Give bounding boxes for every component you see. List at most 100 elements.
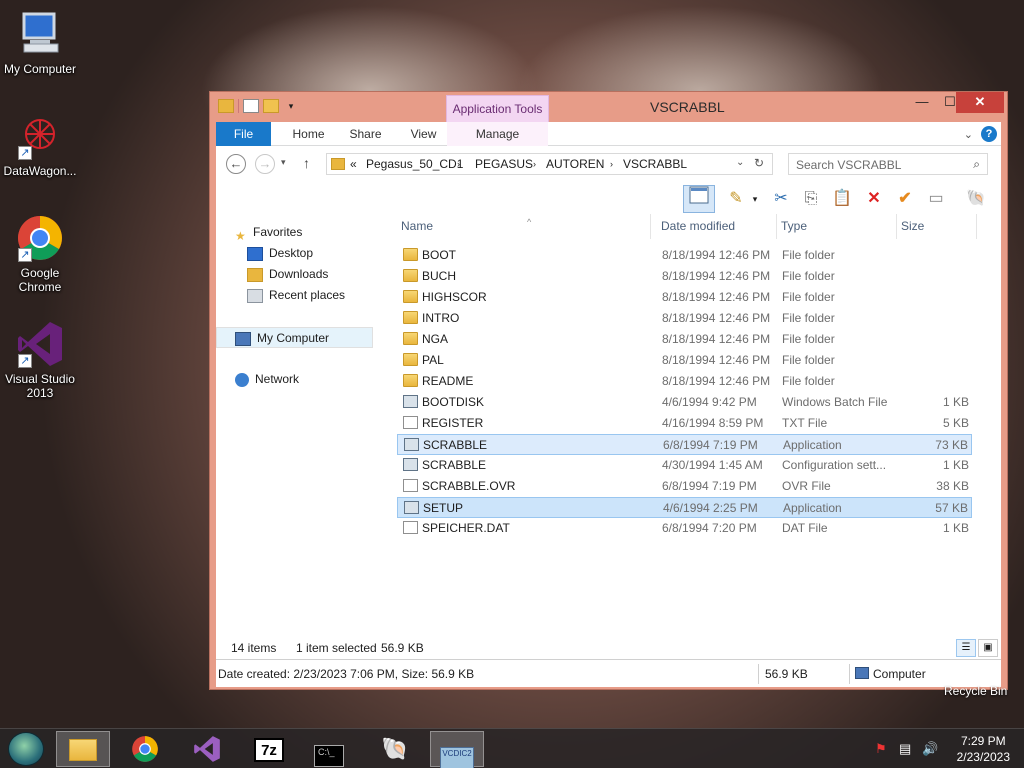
address-bar[interactable]: « Pegasus_50_CD1 › PEGASUS › AUTOREN › V… [326,153,773,175]
file-name: SPEICHER.DAT [422,521,510,535]
flag-icon[interactable]: ⚑ [875,741,887,757]
file-row[interactable]: SCRABBLE.OVR 6/8/1994 7:19 PM OVR File 3… [397,476,972,497]
rename-icon[interactable]: ▭ [924,187,948,211]
file-row[interactable]: SCRABBLE 6/8/1994 7:19 PM Application 73… [397,434,972,455]
file-date: 6/8/1994 7:19 PM [663,438,758,452]
copy-icon[interactable]: ⎘ [799,187,823,211]
qat-dropdown-icon[interactable]: ▾ [283,99,299,113]
shell-icon[interactable]: 🐚 [964,187,988,211]
tab-manage[interactable]: Manage [447,122,548,146]
properties-dropdown-icon[interactable]: ▾ [749,187,761,211]
taskbar-vcdi[interactable]: VCDIC2 [430,731,484,768]
tab-view[interactable]: View [396,122,451,146]
search-icon[interactable]: ⌕ [973,157,980,172]
nav-network[interactable]: Network [216,369,373,390]
nav-favorites[interactable]: ★ Favorites [216,222,373,243]
breadcrumb-autoren[interactable]: AUTOREN [546,157,604,171]
cut-icon[interactable]: ✂ [769,187,793,211]
nav-downloads[interactable]: Downloads [216,264,373,285]
nav-my-computer[interactable]: My Computer [216,327,373,348]
breadcrumb-vscrabbl[interactable]: VSCRABBL [623,157,687,171]
volume-icon[interactable]: 🔊 [922,741,938,757]
minimize-button[interactable]: — [908,92,936,113]
desktop-icon-visual-studio[interactable]: ↗ Visual Studio 2013 [0,320,80,400]
tab-file[interactable]: File [216,122,271,146]
file-type: DAT File [782,521,828,535]
refresh-icon[interactable]: ↻ [754,156,764,170]
details-view-icon[interactable]: ☰ [956,639,976,657]
tab-home[interactable]: Home [281,122,336,146]
start-button[interactable] [8,732,44,766]
taskbar-7zip[interactable]: 7z [242,731,296,767]
address-dropdown-icon[interactable]: ⌄ [736,157,744,168]
breadcrumb-pegasus-cd[interactable]: Pegasus_50_CD1 [366,157,463,171]
network-icon[interactable]: ▤ [899,741,911,757]
expand-ribbon-icon[interactable]: ⌄ [964,128,973,141]
recent-locations-dropdown[interactable]: ▾ [281,157,286,168]
file-type: File folder [782,353,835,367]
content-area: ★ Favorites Desktop Downloads Recent plac… [216,214,1001,637]
desktop-icon-label: Visual Studio 2013 [5,372,75,400]
desktop-icon-my-computer[interactable]: My Computer [0,10,80,76]
taskbar-chrome[interactable] [118,731,172,767]
close-button[interactable]: ✕ [956,92,1004,113]
large-icons-view-icon[interactable]: ▣ [978,639,998,657]
column-header-size[interactable]: Size [897,214,977,239]
breadcrumb-separator-icon[interactable]: › [610,159,613,169]
folder-icon[interactable] [218,99,234,113]
taskbar-shell-app[interactable]: 🐚 [368,731,422,767]
file-row[interactable]: README 8/18/1994 12:46 PM File folder [397,371,972,392]
search-box[interactable]: Search VSCRABBL ⌕ [788,153,988,175]
forward-button[interactable]: → [255,154,275,174]
file-row-selected[interactable]: SETUP 4/6/1994 2:25 PM Application 57 KB [397,497,972,518]
properties-icon[interactable]: ✎ [724,187,748,211]
title-bar[interactable]: ▾ Application Tools VSCRABBL — ☐ ✕ [210,92,1007,122]
column-header-type[interactable]: Type [777,214,897,239]
file-name: SCRABBLE.OVR [422,479,516,493]
file-row[interactable]: BUCH 8/18/1994 12:46 PM File folder [397,266,972,287]
taskbar-command-prompt[interactable]: C:\_ [302,731,356,767]
taskbar-visual-studio[interactable] [180,731,234,767]
column-header-name[interactable]: Name ^ [397,214,651,239]
explorer-window[interactable]: ▾ Application Tools VSCRABBL — ☐ ✕ File … [209,91,1008,690]
file-row[interactable]: INTRO 8/18/1994 12:46 PM File folder [397,308,972,329]
text-file-icon [403,416,418,429]
file-row[interactable]: SCRABBLE 4/30/1994 1:45 AM Configuration… [397,455,972,476]
recycle-bin-label[interactable]: Recycle Bin [944,684,1007,698]
breadcrumb-pegasus[interactable]: PEGASUS [475,157,533,171]
file-row[interactable]: SPEICHER.DAT 6/8/1994 7:20 PM DAT File 1… [397,518,972,539]
file-row[interactable]: NGA 8/18/1994 12:46 PM File folder [397,329,972,350]
column-header-date[interactable]: Date modified [657,214,777,239]
search-input[interactable]: Search VSCRABBL [796,158,901,172]
breadcrumb-separator-icon[interactable]: › [457,159,460,169]
back-button[interactable]: ← [226,154,246,174]
file-row[interactable]: BOOTDISK 4/6/1994 9:42 PM Windows Batch … [397,392,972,413]
file-row[interactable]: REGISTER 4/16/1994 8:59 PM TXT File 5 KB [397,413,972,434]
file-type: Configuration sett... [782,458,887,472]
preview-pane-icon[interactable] [683,185,715,213]
delete-icon[interactable]: ✕ [862,187,886,211]
up-button[interactable]: ↑ [303,155,310,171]
network-icon [235,372,249,387]
checkmark-icon[interactable]: ✔ [893,187,917,211]
paste-icon[interactable]: 📋 [830,187,854,211]
desktop-icon-datawagon[interactable]: ↗ DataWagon... [0,112,80,178]
nav-desktop[interactable]: Desktop [216,243,373,264]
properties-icon[interactable] [243,99,259,113]
file-row[interactable]: PAL 8/18/1994 12:46 PM File folder [397,350,972,371]
breadcrumb-overflow[interactable]: « [350,157,357,171]
breadcrumb-separator-icon[interactable]: › [533,159,536,169]
system-clock[interactable]: 7:29 PM 2/23/2023 [957,733,1010,765]
file-row[interactable]: HIGHSCOR 8/18/1994 12:46 PM File folder [397,287,972,308]
nav-recent-places[interactable]: Recent places [216,285,373,306]
tab-share[interactable]: Share [338,122,393,146]
taskbar-file-explorer[interactable] [56,731,110,767]
file-row[interactable]: BOOT 8/18/1994 12:46 PM File folder [397,245,972,266]
new-folder-icon[interactable] [263,99,279,113]
desktop-icon-chrome[interactable]: ↗ Google Chrome [0,214,80,294]
application-tools-tab[interactable]: Application Tools [446,95,549,122]
help-icon[interactable]: ? [981,126,997,142]
file-type: Application [783,438,842,452]
shell-icon: 🐚 [381,736,409,761]
recent-places-icon [247,288,263,303]
